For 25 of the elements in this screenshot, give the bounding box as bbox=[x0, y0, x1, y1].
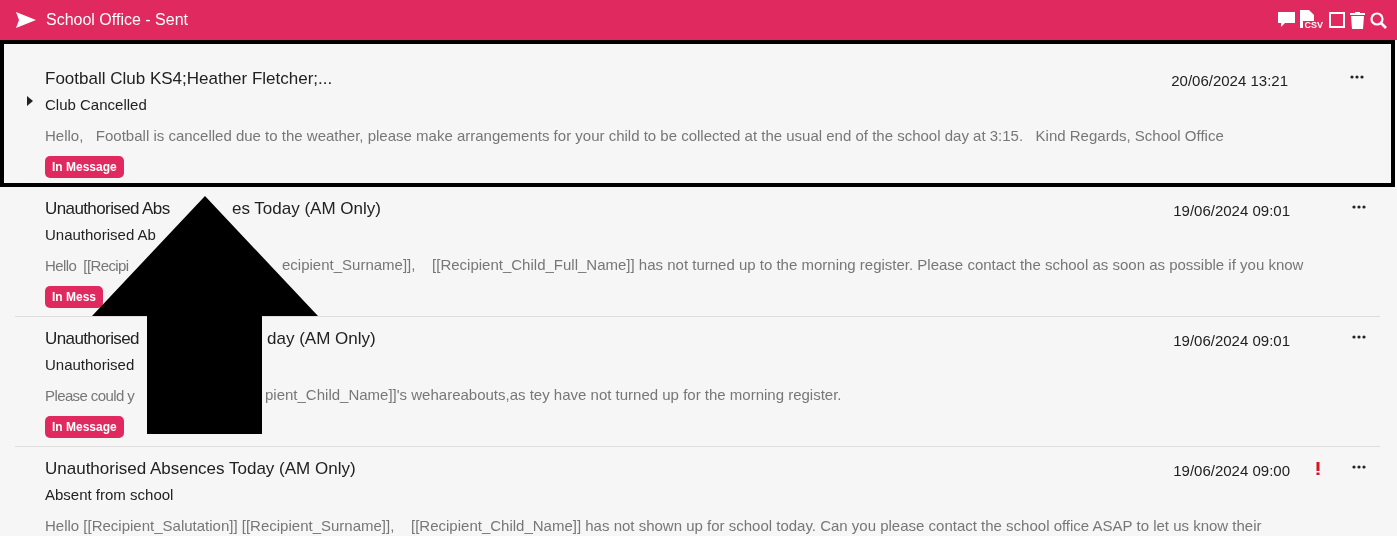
in-message-tag: In Message bbox=[45, 416, 124, 438]
message-preview: ecipient_Surname]], [[Recipient_Child_Full_Name]] has not turned up to the morning register. Please contact the school as soon as possible if you know bbox=[282, 255, 1304, 275]
message-title: Football Club KS4;Heather Fletcher;... bbox=[45, 68, 333, 91]
sent-date: 19/06/2024 09:00 bbox=[1173, 461, 1290, 481]
in-message-tag: In Mess bbox=[45, 286, 103, 308]
message-subject: Unauthorised bbox=[45, 354, 135, 375]
message-title: day (AM Only) bbox=[267, 328, 376, 351]
message-preview: Hello [[Recipient_Salutation]] [[Recipient_Surname]], [[Recipient_Child_Name]] has not shown up for school today. Can you please contact the school office ASAP to let us know their bbox=[45, 515, 1262, 536]
message-subject: Unauthorised Ab bbox=[45, 224, 156, 245]
message-preview: Hello, Football is cancelled due to the weather, please make arrangements for your child to be collected at the usual end of the school day at 3:15. Kind Regards, School Office bbox=[45, 125, 1224, 146]
message-title: es Today (AM Only) bbox=[232, 198, 381, 221]
message-preview: pient_Child_Name]]'s wehareabouts,as tey have not turned up for the morning register. bbox=[265, 385, 842, 405]
window-title: School Office - Sent bbox=[46, 10, 188, 30]
message-title: Unauthorised bbox=[45, 329, 139, 349]
message-preview: Hello [[Recipi bbox=[45, 257, 129, 274]
message-subject: Club Cancelled bbox=[45, 94, 147, 115]
in-message-tag: In Message bbox=[45, 156, 124, 178]
message-row[interactable]: Unauthorised day (AM Only) Unauthorised Please could y pient_Child_Name]]'s wehareabouts,as tey have not turned up for the morning register. In Message 19/06/2024 09:01 bbox=[0, 317, 1397, 447]
sent-date: 19/06/2024 09:01 bbox=[1173, 201, 1290, 221]
message-title: Unauthorised Abs bbox=[45, 199, 170, 219]
sent-date: 19/06/2024 09:01 bbox=[1173, 331, 1290, 351]
message-preview: Please could y bbox=[45, 387, 135, 404]
sent-date: 20/06/2024 13:21 bbox=[1171, 71, 1288, 91]
message-subject: Absent from school bbox=[45, 484, 174, 505]
message-title: Unauthorised Absences Today (AM Only) bbox=[45, 458, 356, 481]
